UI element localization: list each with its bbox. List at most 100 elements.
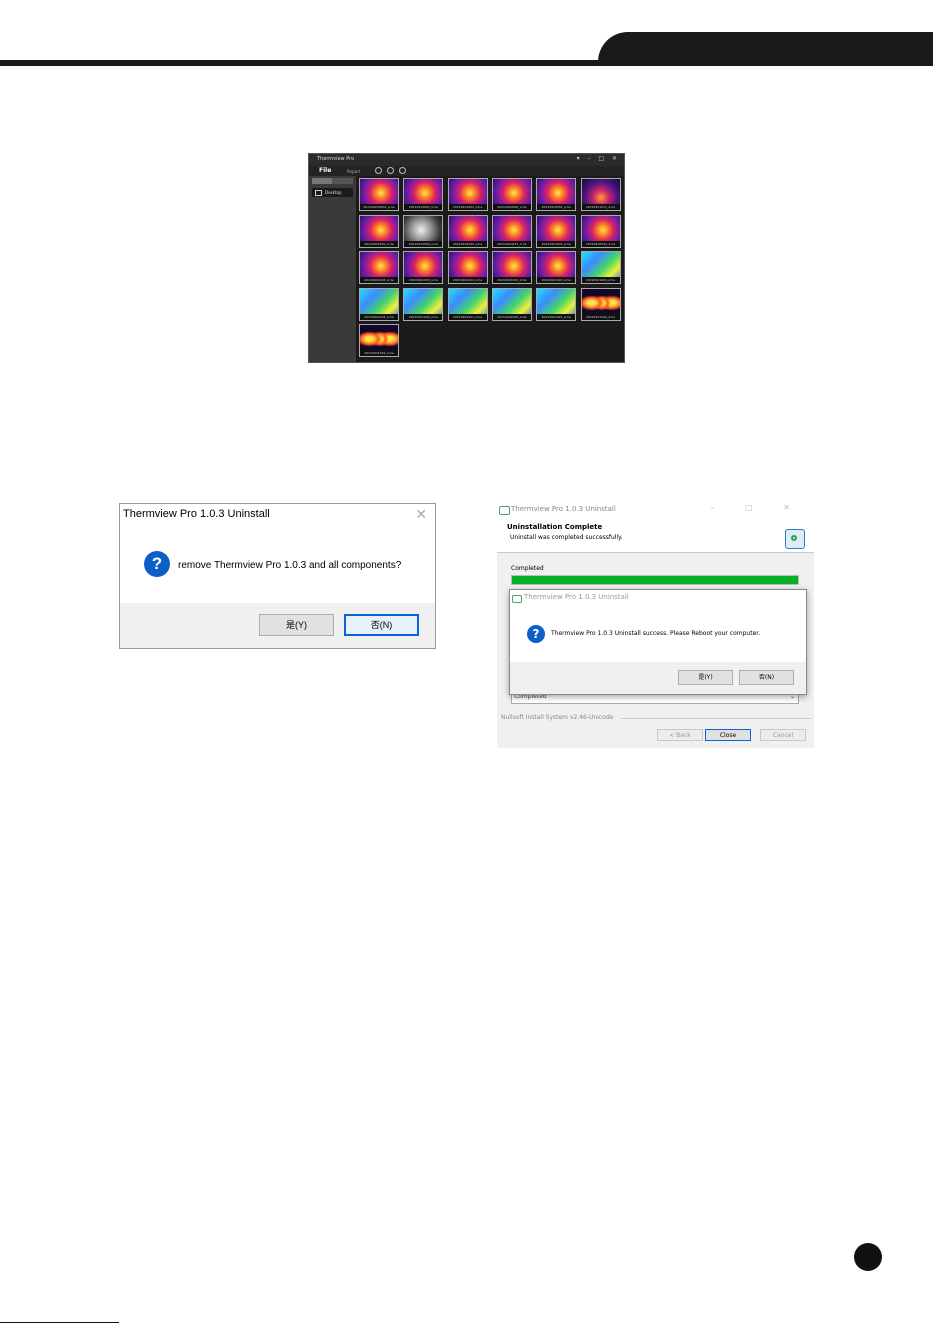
thumbnail-caption: 20210914063_A.he: [404, 204, 443, 210]
branding-divider: [621, 718, 811, 719]
progress-fill: [512, 576, 798, 584]
thumbnail-caption: 20210921002_A.he: [404, 313, 443, 320]
branding-text: Nullsoft Install System v2.46-Unicode: [501, 714, 614, 721]
recycle-bin-icon: [785, 529, 805, 549]
thermal-thumbnail[interactable]: 20210914062_A.he: [447, 178, 488, 211]
dialog-title: Thermview Pro 1.0.3 Uninstall: [123, 508, 270, 520]
thumbnail-caption: 20210910047_A.he: [492, 240, 531, 247]
app-title: Thermview Pro: [317, 156, 355, 162]
dialog-footer: 是(Y) 否(N): [510, 662, 806, 694]
thermal-thumbnail[interactable]: 20210921019_A.he: [359, 324, 399, 357]
sidebar-tab-active[interactable]: [312, 178, 332, 184]
thumbnail-caption: 20210921019_A.he: [360, 350, 398, 356]
folder-icon: [315, 190, 322, 196]
no-button[interactable]: 否(N): [344, 614, 419, 636]
thumbnail-caption: 20210921003_A.he: [360, 313, 398, 320]
no-button[interactable]: 否(N): [739, 670, 794, 685]
thumbnail-caption: 20210910050_A.he: [404, 240, 443, 247]
thumbnail-caption: 20210921002_A.he: [448, 277, 487, 283]
yes-button[interactable]: 是(Y): [259, 614, 334, 636]
cancel-button[interactable]: Cancel: [760, 729, 806, 741]
window-controls[interactable]: – □ ✕: [711, 503, 804, 512]
installer-icon: [512, 595, 522, 603]
thumbnail-caption: 20210921004_A.he: [581, 277, 620, 283]
window-controls[interactable]: ▾ – □ ✕: [577, 155, 620, 162]
thumbnail-caption: 20210910044_A.he: [581, 240, 620, 247]
thermal-thumbnail[interactable]: 20210910060_A.he: [491, 178, 532, 211]
thumbnail-caption: 20210910060_A.he: [492, 204, 531, 210]
question-icon: ?: [144, 551, 170, 577]
thermal-thumbnail[interactable]: 20210921011_A.he: [580, 178, 621, 211]
app-sidebar: Desktop: [309, 176, 356, 362]
thumbnail-caption: 20210924040A_A.he: [360, 204, 398, 210]
thermal-thumbnail[interactable]: 20210921002_A.he: [403, 287, 444, 321]
thermal-thumbnail[interactable]: 20210910050_A.he: [403, 214, 444, 248]
thumbnail-caption: 20210921021_A.he: [537, 313, 576, 320]
thermal-thumbnail[interactable]: 20210921004_A.he: [359, 251, 399, 284]
close-button[interactable]: Close: [705, 729, 751, 741]
thermal-thumbnail[interactable]: 20210921004_A.he: [580, 251, 621, 284]
info-icon[interactable]: [399, 167, 406, 174]
thermal-thumbnail[interactable]: 20210921001_A.he: [491, 251, 532, 284]
back-button[interactable]: < Back: [657, 729, 703, 741]
installer-icon: [499, 506, 510, 515]
menu-file[interactable]: File: [319, 167, 331, 174]
thumbnail-caption: 20210921000_A.he: [537, 277, 576, 283]
close-icon[interactable]: ✕: [415, 506, 427, 523]
thermal-thumbnail[interactable]: 20210921002_A.he: [447, 251, 488, 284]
thermal-thumbnail[interactable]: 20210921010_A.he: [359, 214, 399, 248]
thumbnail-caption: 20210921003_A.he: [404, 277, 443, 283]
sidebar-item-label: Desktop: [325, 190, 342, 195]
window-titlebar: Thermview Pro 1.0.3 Uninstall – □ ✕: [497, 502, 814, 518]
thermal-thumbnail[interactable]: 20210910047_A.he: [491, 214, 532, 248]
yes-button[interactable]: 是(Y): [678, 670, 733, 685]
thermal-thumbnail[interactable]: 20210921000_A.he: [491, 287, 532, 321]
thermview-app-window: Thermview Pro ▾ – □ ✕ File Report Deskto…: [308, 153, 625, 363]
thumbnail-caption: 20210921001_A.he: [448, 313, 487, 320]
window-title: Thermview Pro 1.0.3 Uninstall: [511, 505, 616, 513]
thumbnail-caption: 20210910049_A.he: [448, 240, 487, 247]
uninstall-success-dialog: Thermview Pro 1.0.3 Uninstall ? Thermvie…: [509, 589, 807, 695]
app-titlebar: Thermview Pro ▾ – □ ✕: [309, 154, 624, 166]
header-title: Uninstallation Complete: [507, 523, 603, 531]
footnote-rule: [0, 1322, 119, 1323]
header-subtitle: Uninstall was completed successfully.: [510, 534, 623, 541]
sidebar-tabs[interactable]: [312, 178, 353, 184]
thumbnail-caption: 20210921010_A.he: [360, 240, 398, 247]
status-label: Completed: [511, 565, 544, 572]
thermal-thumbnail[interactable]: 20210924040A_A.he: [359, 178, 399, 211]
thermal-thumbnail[interactable]: 20210921021_A.he: [536, 287, 577, 321]
wizard-header: Uninstallation Complete Uninstall was co…: [497, 518, 814, 553]
refresh-icon[interactable]: [387, 167, 394, 174]
thumbnail-caption: 20210910052_A.he: [537, 204, 576, 210]
thumbnail-caption: 20210910045_A.he: [537, 240, 576, 247]
uninstall-confirm-dialog: Thermview Pro 1.0.3 Uninstall ✕ ? remove…: [119, 503, 436, 649]
thumbnail-caption: 20210921020_A.he: [581, 313, 620, 320]
thermal-thumbnail[interactable]: 20210910044_A.he: [580, 214, 621, 248]
thermal-thumbnail[interactable]: 20210921020_A.he: [580, 287, 621, 321]
thumbnail-caption: 20210921011_A.he: [581, 204, 620, 210]
header-rule: [0, 60, 933, 66]
dialog-message: Thermview Pro 1.0.3 Uninstall success. P…: [551, 630, 761, 637]
dialog-message: remove Thermview Pro 1.0.3 and all compo…: [178, 560, 402, 571]
thermal-thumbnail[interactable]: 20210921003_A.he: [403, 251, 444, 284]
app-menubar: File Report: [309, 166, 624, 176]
thermal-thumbnail[interactable]: 20210921003_A.he: [359, 287, 399, 321]
thumbnail-caption: 20210921001_A.he: [492, 277, 531, 283]
thermal-thumbnail[interactable]: 20210921001_A.he: [447, 287, 488, 321]
thumbnail-caption: 20210914062_A.he: [448, 204, 487, 210]
dialog-title: Thermview Pro 1.0.3 Uninstall: [524, 593, 629, 601]
progress-bar: [511, 575, 799, 585]
settings-icon[interactable]: [375, 167, 382, 174]
dialog-footer: 是(Y) 否(N): [120, 603, 435, 648]
thermal-thumbnail[interactable]: 20210910049_A.he: [447, 214, 488, 248]
thermal-thumbnail[interactable]: 20210910052_A.he: [536, 178, 577, 211]
thermal-thumbnail[interactable]: 20210914063_A.he: [403, 178, 444, 211]
page-number-badge: [854, 1243, 882, 1271]
thumbnail-caption: 20210921000_A.he: [492, 313, 531, 320]
thermal-thumbnail[interactable]: 20210921000_A.he: [536, 251, 577, 284]
menu-report[interactable]: Report: [347, 169, 360, 174]
thermal-thumbnail[interactable]: 20210910045_A.he: [536, 214, 577, 248]
sidebar-item-desktop[interactable]: Desktop: [312, 188, 353, 197]
thumbnail-caption: 20210921004_A.he: [360, 277, 398, 283]
